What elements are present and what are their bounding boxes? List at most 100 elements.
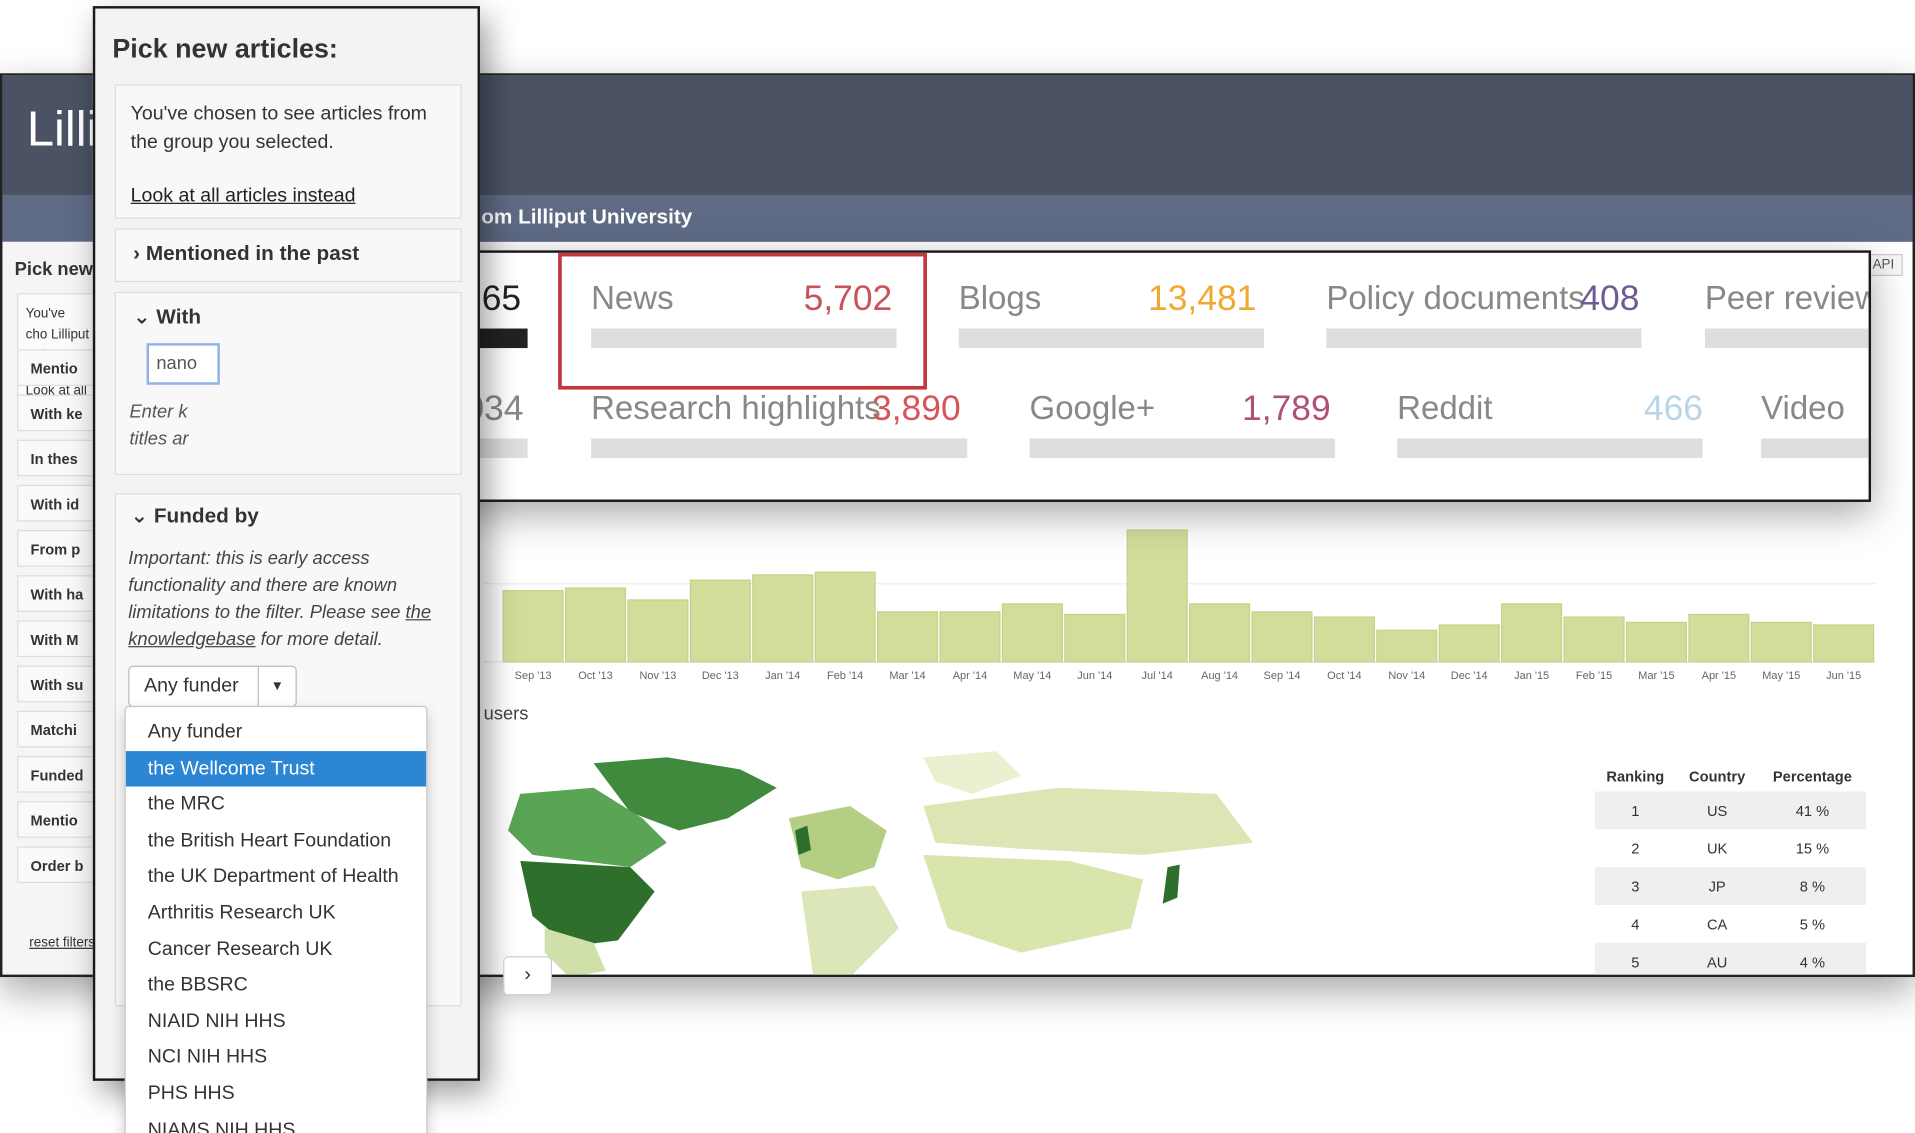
chart-tick-label: Oct '14 [1327, 670, 1361, 682]
chart-bar[interactable] [814, 571, 876, 663]
chart-tick-label: Dec '14 [1451, 670, 1488, 682]
table-cell: CA [1706, 915, 1728, 933]
chart-bar[interactable] [564, 587, 627, 663]
funded-note-text-end: for more detail. [255, 628, 383, 650]
table-cell: 4 % [1799, 953, 1826, 971]
sidebar-filter-item[interactable]: Mentio [17, 349, 98, 386]
chart-tick-label: Dec '13 [702, 670, 739, 682]
map-usa [520, 861, 655, 947]
chart-tick-label: Sep '14 [1264, 670, 1301, 682]
chart-bar[interactable] [1313, 616, 1375, 663]
mention-label: News [591, 279, 674, 317]
chart-bar[interactable] [1376, 629, 1438, 663]
funder-option[interactable]: NIAMS NIH HHS [126, 1112, 426, 1133]
mentioned-section-toggle[interactable]: › Mentioned in the past [114, 228, 462, 283]
chart-bar[interactable] [939, 611, 1001, 663]
funder-option[interactable]: the British Heart Foundation [126, 823, 426, 859]
chart-bar[interactable] [1750, 621, 1812, 663]
mention-tile-research-highlights[interactable]: Research highlights 3,890 [591, 363, 968, 461]
chart-bar[interactable] [1064, 613, 1126, 663]
chart-bar[interactable] [1501, 603, 1563, 663]
chart-bar[interactable] [1126, 529, 1188, 663]
funder-option[interactable]: Arthritis Research UK [126, 895, 426, 931]
mention-progress-bar [958, 328, 1265, 349]
keyword-hint-line-2: titles ar [129, 428, 189, 450]
table-cell: US [1706, 801, 1728, 819]
sidebar-filter-item[interactable]: In thes [17, 439, 98, 477]
table-cell: 1 [1631, 801, 1640, 819]
chart-bar[interactable] [1688, 613, 1750, 663]
sidebar-filter-item[interactable]: Matchi [17, 710, 98, 748]
sidebar-filter-item[interactable]: From p [17, 530, 98, 567]
funder-option[interactable]: the Wellcome Trust [125, 750, 427, 787]
table-cell: 5 [1631, 953, 1640, 971]
group-notice-text: You've chosen to see articles from the g… [130, 103, 427, 153]
sidebar-filter-item[interactable]: Order b [17, 846, 98, 883]
sidebar-filter-item[interactable]: With ha [17, 575, 98, 612]
chart-tick-label: Aug '14 [1201, 670, 1238, 682]
keyword-hint-line-1: Enter k [129, 401, 188, 423]
funder-option[interactable]: the UK Department of Health [126, 859, 426, 895]
keyword-input[interactable]: nano [146, 343, 220, 385]
mentions-timeline-chart: Sep '13 Oct '13 Nov '13 Dec '13 Jan '14 Feb '… [483, 503, 1876, 686]
chart-bar[interactable] [627, 599, 689, 663]
chevron-right-icon: › [524, 964, 531, 986]
chart-bar[interactable] [1001, 603, 1063, 663]
chart-bar[interactable] [1251, 611, 1313, 663]
mention-tile-news[interactable]: News 5,702 [591, 253, 897, 351]
chevron-right-icon: › [133, 241, 141, 266]
mention-tile-peer-review[interactable]: Peer review [1704, 253, 1869, 351]
funder-selected-value: Any funder [129, 666, 259, 706]
mention-tile-blogs[interactable]: Blogs 13,481 [958, 253, 1265, 351]
table-cell: 41 % [1795, 801, 1830, 819]
chart-bar[interactable] [1625, 621, 1687, 663]
chart-bar[interactable] [1189, 603, 1251, 663]
funder-option[interactable]: NIAID NIH HHS [126, 1004, 426, 1040]
chart-bar[interactable] [1563, 616, 1625, 663]
funder-option[interactable]: the MRC [126, 787, 426, 823]
chart-bar[interactable] [1813, 624, 1875, 663]
funder-option[interactable]: Cancer Research UK [126, 931, 426, 967]
mentioned-section-label: Mentioned in the past [145, 241, 360, 266]
funder-option[interactable]: Any funder [126, 714, 426, 750]
mention-tile-google-[interactable]: Google+ 1,789 [1029, 363, 1335, 461]
caret-down-icon[interactable]: ▼ [259, 667, 296, 706]
mention-tile-video[interactable]: Video [1761, 363, 1869, 461]
chart-bar[interactable] [877, 611, 939, 663]
sidebar-filter-item[interactable]: Funded [17, 755, 98, 793]
chart-tick-label: Oct '13 [578, 670, 612, 682]
map-japan [1162, 864, 1180, 904]
chart-bar[interactable] [502, 590, 564, 663]
sidebar-filter-item[interactable]: With su [17, 665, 98, 703]
chart-bar[interactable] [1438, 624, 1500, 663]
chart-tick-label: Feb '15 [1576, 670, 1612, 682]
table-row: 1 US 41 % [1595, 791, 1867, 830]
funded-by-title[interactable]: ⌄ Funded by [131, 504, 259, 528]
reset-filters-link[interactable]: reset filters [29, 936, 95, 951]
funder-option[interactable]: the BBSRC [126, 967, 426, 1003]
group-notice: You've chosen to see articles from the g… [114, 84, 462, 219]
sidebar-filter-item[interactable]: With id [17, 484, 98, 522]
mention-count: 466 [1643, 389, 1703, 429]
funder-select[interactable]: Any funder ▼ [128, 665, 297, 708]
funder-option[interactable]: NCI NIH HHS [126, 1040, 426, 1076]
sidebar-filter-item[interactable]: With M [17, 620, 98, 658]
funder-option[interactable]: PHS HHS [126, 1076, 426, 1112]
map-far-east [923, 751, 1022, 794]
mention-count: 408 [1580, 279, 1640, 319]
chart-bar[interactable] [752, 574, 814, 663]
mention-progress-bar [591, 438, 968, 458]
sidebar-filter-item[interactable]: With ke [17, 394, 98, 432]
chart-tick-label: Feb '14 [827, 670, 863, 682]
apply-filter-button[interactable]: › [503, 956, 553, 996]
sidebar-filter-item[interactable]: Mentio [17, 801, 98, 838]
mention-tile-policy-documents[interactable]: Policy documents 408 [1326, 253, 1642, 351]
country-header: Country [1689, 768, 1746, 786]
chart-tick-label: Jul '14 [1141, 670, 1172, 682]
look-at-all-articles-link[interactable]: Look at all articles instead [131, 182, 356, 210]
mention-tile-reddit[interactable]: Reddit 466 [1397, 363, 1703, 461]
chart-bar[interactable] [689, 579, 751, 663]
panel-title: Pick new articles: [112, 32, 338, 64]
percentage-header: Percentage [1772, 768, 1852, 786]
table-row: 2 UK 15 % [1595, 829, 1866, 867]
